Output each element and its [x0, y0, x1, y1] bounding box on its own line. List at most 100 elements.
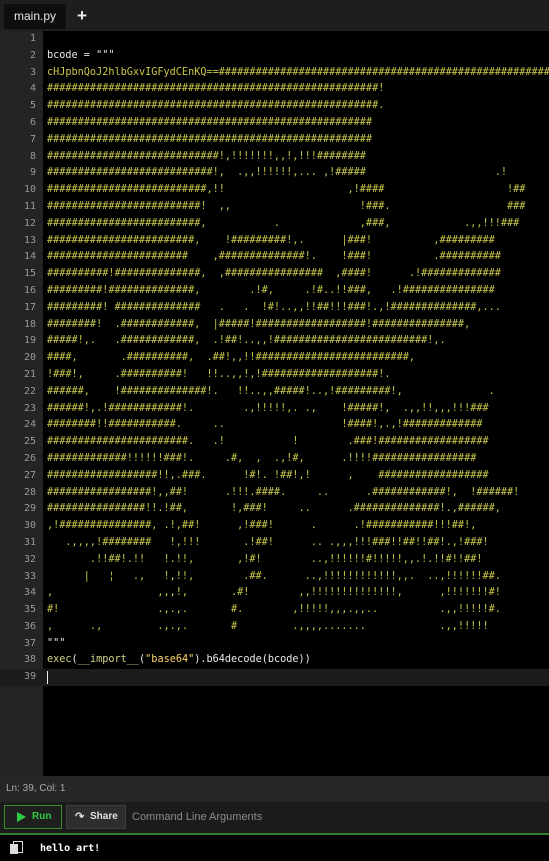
share-button[interactable]: ↷ Share: [66, 805, 126, 829]
code-line[interactable]: 22 ######, !##############!. !!..,,#####!…: [0, 384, 549, 401]
line-number: 17: [23, 301, 36, 313]
code-lines[interactable]: 1 2 bcode = """ 3 cHJpbnQoJ2hlbGxvIGFydCEnKQ…: [0, 31, 549, 687]
code-text: ########! .############, |#####!########…: [47, 318, 471, 330]
code-line[interactable]: 34 , ,,,!, .#! ,,!!!!!!!!!!!!!!, ,!!!!!!!…: [0, 585, 549, 602]
run-button-label: Run: [32, 811, 52, 822]
code-text: """: [47, 637, 66, 649]
code-line[interactable]: 28 #################!,,##! .!!!.####. .. …: [0, 485, 549, 502]
code-line[interactable]: 35 #! .,.,. #. ,!!!!!,,,.,,.. .,,!!!!!#.: [0, 602, 549, 619]
code-editor[interactable]: 1 2 bcode = """ 3 cHJpbnQoJ2hlbGxvIGFydCEnKQ…: [0, 31, 549, 776]
run-button[interactable]: Run: [4, 805, 62, 829]
code-line[interactable]: 18 ########! .############, |#####!######…: [0, 317, 549, 334]
code-line[interactable]: 36 , ., .,.,. # .,,,,....... .,,!!!!!: [0, 619, 549, 636]
code-text: ##################!!,.###. !#!. !##!,! ,…: [47, 469, 489, 481]
tab-bar: main.py +: [0, 0, 549, 32]
code-text: #########!##############, .!#, .!#..!!##…: [47, 284, 495, 296]
code-text: bcode = """: [47, 49, 115, 61]
code-line[interactable]: 30 ,!###############, .!,##! ,!###! . .!#…: [0, 518, 549, 535]
code-line[interactable]: 11 #########################! ,, !###. ##…: [0, 199, 549, 216]
code-line[interactable]: 1: [0, 31, 549, 48]
tab-main-py[interactable]: main.py: [4, 4, 66, 29]
line-number: 14: [23, 251, 36, 263]
code-line[interactable]: 21 !###!, .##########! !!..,,!,!#########…: [0, 367, 549, 384]
code-line[interactable]: 17 #########! ############## . . !#!..,,!…: [0, 300, 549, 317]
play-icon: [17, 812, 26, 822]
line-number: 22: [23, 385, 36, 397]
copy-icon[interactable]: [10, 841, 24, 855]
add-file-button[interactable]: +: [74, 6, 90, 26]
code-line[interactable]: 10 ##########################,!! ,!#### !…: [0, 182, 549, 199]
code-line[interactable]: 9 ###########################!, .,,!!!!!!…: [0, 165, 549, 182]
code-line[interactable]: 2 bcode = """: [0, 48, 549, 65]
output-panel: hello art!: [0, 833, 549, 861]
share-button-label: Share: [90, 811, 118, 822]
code-line[interactable]: 32 .!!##!.!! !.!!, ,!#! ..,!!!!!!#!!!!!,…: [0, 552, 549, 569]
code-text: #################!,,##! .!!!.####. .. .#…: [47, 486, 520, 498]
code-line[interactable]: 29 ################!!.!##, !,###! .. .###…: [0, 501, 549, 518]
code-line[interactable]: 37 """: [0, 636, 549, 653]
code-text: ##########!##############, ,############…: [47, 268, 501, 280]
code-text: #####!,. .############, .!##!..,,!######…: [47, 335, 446, 347]
code-line[interactable]: 38 exec(__import__("base64").b64decode(bc…: [0, 652, 549, 669]
code-text: ############################!,!!!!!!!,,!…: [47, 150, 366, 162]
code-text: #! .,.,. #. ,!!!!!,,,.,,.. .,,!!!!!#.: [47, 604, 501, 616]
command-line-arguments-input[interactable]: [128, 805, 546, 829]
code-text: ########!!###########. .. !####!,.,!####…: [47, 419, 483, 431]
code-text: | ¦ ., !,!!, .##. ..,!!!!!!!!!!!!,,. ..,…: [47, 570, 501, 582]
code-line[interactable]: 27 ##################!!,.###. !#!. !##!,!…: [0, 468, 549, 485]
code-text: ########################################…: [47, 83, 385, 95]
code-text: ################!!.!##, !,###! .. .#####…: [47, 503, 501, 515]
code-line[interactable]: 6 #######################################…: [0, 115, 549, 132]
code-line[interactable]: 16 #########!##############, .!#, .!#..!!…: [0, 283, 549, 300]
code-line[interactable]: 8 ############################!,!!!!!!!,,…: [0, 149, 549, 166]
line-number: 31: [23, 536, 36, 548]
code-line[interactable]: 3 cHJpbnQoJ2hlbGxvIGFydCEnKQ==###########…: [0, 65, 549, 82]
code-line[interactable]: 26 #############!!!!!!###!. .#, , .,!#, .…: [0, 451, 549, 468]
code-line[interactable]: 12 #########################, . ,###, .,,…: [0, 216, 549, 233]
line-number: 39: [23, 671, 36, 683]
line-number: 25: [23, 436, 36, 448]
line-number: 18: [23, 318, 36, 330]
code-line[interactable]: 13 ########################, !#########!,…: [0, 233, 549, 250]
code-text: , ., .,.,. # .,,,,....... .,,!!!!!: [47, 620, 489, 632]
line-number: 3: [29, 66, 36, 78]
line-number: 8: [29, 150, 36, 162]
line-number: 11: [23, 200, 36, 212]
line-number: 4: [29, 83, 36, 95]
code-text: ########################################…: [47, 116, 373, 128]
code-line[interactable]: 5 #######################################…: [0, 98, 549, 115]
code-line[interactable]: 25 #######################. .! ! .###!###…: [0, 434, 549, 451]
code-line[interactable]: 4 #######################################…: [0, 81, 549, 98]
code-text: !###!, .##########! !!..,,!,!###########…: [47, 368, 391, 380]
code-text: ########################################…: [47, 133, 373, 145]
code-text: ######, !##############!. !!..,,#####!..…: [47, 385, 495, 397]
code-line[interactable]: 14 ####################### ,#############…: [0, 249, 549, 266]
code-text: exec(__import__("base64").b64decode(bcod…: [47, 654, 311, 666]
code-line[interactable]: 7 #######################################…: [0, 132, 549, 149]
code-line[interactable]: 19 #####!,. .############, .!##!..,,!####…: [0, 333, 549, 350]
code-text: .!!##!.!! !.!!, ,!#! ..,!!!!!!#!!!!!,,.!…: [47, 553, 483, 565]
line-number: 23: [23, 402, 36, 414]
line-number: 34: [23, 587, 36, 599]
line-number: 20: [23, 352, 36, 364]
line-number: 30: [23, 520, 36, 532]
code-line[interactable]: 20 ####, .##########, .##!,,!!###########…: [0, 350, 549, 367]
code-line[interactable]: 33 | ¦ ., !,!!, .##. ..,!!!!!!!!!!!!,,. …: [0, 569, 549, 586]
code-text: ########################, !#########!,. …: [47, 234, 495, 246]
status-bar: Ln: 39, Col: 1: [0, 776, 549, 802]
code-text: ##########################,!! ,!#### !##: [47, 184, 526, 196]
code-line[interactable]: 39: [0, 669, 549, 687]
line-number: 13: [23, 234, 36, 246]
line-number: 7: [29, 133, 36, 145]
line-number: 6: [29, 116, 36, 128]
line-number: 2: [29, 49, 36, 61]
line-number: 19: [23, 335, 36, 347]
code-line[interactable]: 23 ######!,.!############!. .,!!!!!,. ., …: [0, 401, 549, 418]
code-line[interactable]: 31 .,,,,!######## !,!!! .!##! .. .,,,!!!…: [0, 535, 549, 552]
line-number: 37: [23, 637, 36, 649]
line-number: 24: [23, 419, 36, 431]
code-text: #######################. .! ! .###!#####…: [47, 436, 489, 448]
code-line[interactable]: 24 ########!!###########. .. !####!,.,!##…: [0, 417, 549, 434]
code-text: #########################! ,, !###. ###: [47, 200, 526, 212]
code-line[interactable]: 15 ##########!##############, ,##########…: [0, 266, 549, 283]
